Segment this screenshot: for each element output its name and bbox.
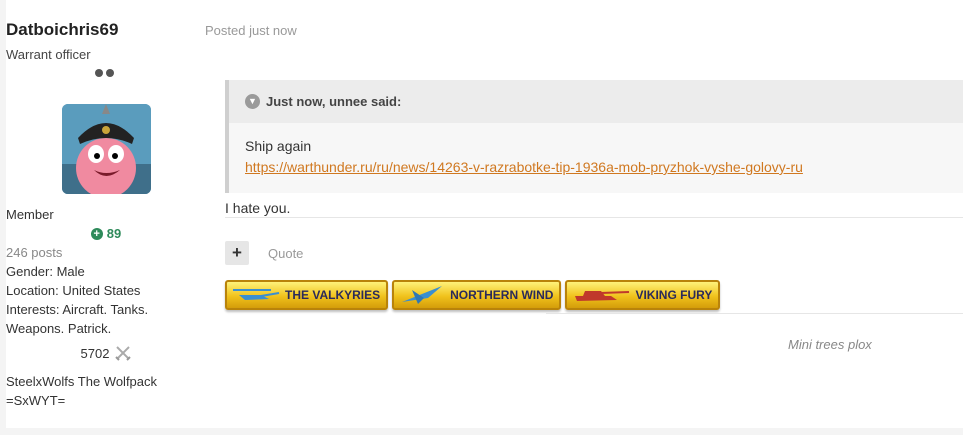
author-reputation[interactable]: + 89 [6,226,206,241]
jet-icon [402,286,443,304]
quote-body: Ship again https://warthunder.ru/ru/news… [229,123,963,175]
author-squadron-line1[interactable]: SteelxWolfs The Wolfpack [6,374,206,389]
helicopter-icon [233,289,280,300]
reply-text: I hate you. [225,200,291,216]
author-username[interactable]: Datboichris69 [6,20,206,40]
author-squadron-line2[interactable]: =SxWYT= [6,393,206,408]
author-group: Member [6,207,54,222]
author-gender: Gender: Male [6,264,85,279]
signature-badges: THE VALKYRIES NORTHERN WIND VIKING FURY [225,280,721,310]
author-interests-line1: Interests: Aircraft. Tanks. [6,302,149,317]
badge-viking-fury: VIKING FURY [565,280,721,310]
avatar[interactable] [62,104,151,194]
rank-pips-icon [95,69,114,77]
quote-header[interactable]: ▼ Just now, unnee said: [229,80,963,123]
divider [546,313,963,314]
author-posts: 246 posts [6,245,63,260]
quote-button[interactable]: Quote [268,246,303,261]
crossed-swords-icon [115,346,132,361]
tank-icon [575,291,630,301]
author-interests-line2: Weapons. Patrick. [6,321,112,336]
reputation-value: 89 [106,226,122,241]
multiquote-button[interactable]: + [225,241,249,265]
author-rank: Warrant officer [6,47,91,62]
badge-label: THE VALKYRIES [285,288,381,302]
signature-text: Mini trees plox [788,337,872,352]
quote-header-text: Just now, unnee said: [266,94,402,109]
post-timestamp[interactable]: Posted just now [205,23,297,38]
patrick-avatar-icon [62,104,151,194]
post-card: Datboichris69 Warrant officer Member + 8… [6,0,963,428]
author-kills: 5702 [6,345,206,361]
divider [225,217,963,218]
badge-label: NORTHERN WIND [450,288,554,302]
quote-text: Ship again [245,138,312,154]
badge-label: VIKING FURY [635,288,713,302]
chevron-down-icon[interactable]: ▼ [245,94,260,109]
quote-link[interactable]: https://warthunder.ru/ru/news/14263-v-ra… [245,159,963,175]
badge-northern-wind: NORTHERN WIND [392,280,562,310]
quote-block: ▼ Just now, unnee said: Ship again https… [225,80,963,193]
author-location: Location: United States [6,283,141,298]
kills-value: 5702 [80,345,110,361]
badge-the-valkyries: THE VALKYRIES [225,280,389,310]
reputation-plus-icon: + [90,227,103,240]
